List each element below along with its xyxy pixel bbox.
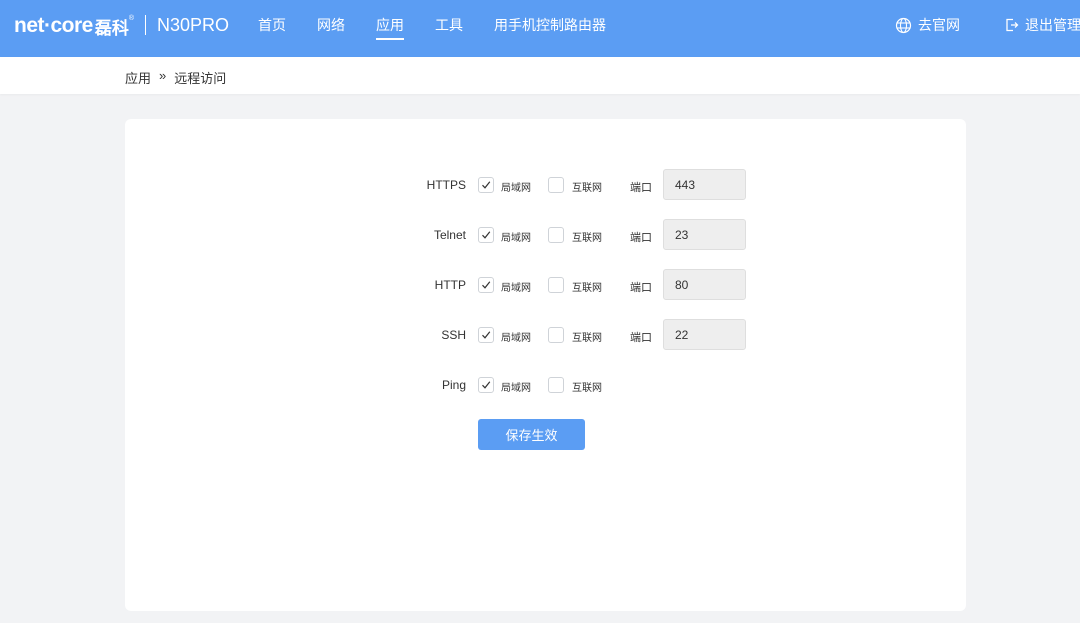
wan-checkbox[interactable] [548, 277, 564, 293]
lan-checkbox[interactable] [478, 177, 494, 193]
breadcrumb: 应用 » 远程访问 [125, 68, 226, 87]
globe-icon [895, 17, 912, 33]
lan-checkbox[interactable] [478, 377, 494, 393]
wan-label: 互联网 [572, 183, 602, 194]
protocol-label: HTTPS [426, 178, 466, 192]
check-icon [482, 381, 491, 389]
protocol-row-ssh: SSH 局域网 互联网 端口 [125, 319, 966, 351]
nav-mobile-control[interactable]: 用手机控制路由器 [494, 16, 606, 34]
lan-label: 局域网 [501, 383, 531, 394]
logo-cn: 磊科 [94, 18, 129, 38]
port-label: 端口 [630, 182, 652, 194]
logout-link[interactable]: 退出管理 [1005, 16, 1080, 34]
lan-checkbox[interactable] [478, 277, 494, 293]
protocol-label: Ping [441, 378, 466, 392]
nav-home[interactable]: 首页 [258, 16, 286, 34]
port-label: 端口 [630, 282, 652, 294]
lan-checkbox[interactable] [478, 327, 494, 343]
logo-divider [145, 15, 146, 35]
wan-checkbox[interactable] [548, 177, 564, 193]
protocol-label: Telnet [433, 228, 466, 242]
lan-checkbox[interactable] [478, 227, 494, 243]
lan-label: 局域网 [501, 233, 531, 244]
port-input[interactable] [663, 269, 746, 300]
port-input[interactable] [663, 169, 746, 200]
wan-label: 互联网 [572, 333, 602, 344]
port-input[interactable] [663, 219, 746, 250]
protocol-label: HTTP [434, 278, 466, 292]
website-link[interactable]: 去官网 [895, 16, 960, 34]
check-icon [482, 331, 491, 339]
breadcrumb-bar: 应用 » 远程访问 [0, 57, 1080, 94]
logo[interactable]: net·core 磊科 ® [14, 13, 134, 39]
breadcrumb-current: 远程访问 [174, 71, 227, 86]
protocol-row-ping: Ping 局域网 互联网 [125, 369, 966, 401]
protocol-label: SSH [441, 328, 466, 342]
logo-registered-mark: ® [128, 15, 135, 22]
protocol-row-telnet: Telnet 局域网 互联网 端口 [125, 219, 966, 251]
protocol-row-https: HTTPS 局域网 互联网 端口 [125, 169, 966, 201]
wan-label: 互联网 [572, 383, 602, 394]
wan-checkbox[interactable] [548, 227, 564, 243]
wan-label: 互联网 [572, 283, 602, 294]
lan-label: 局域网 [501, 333, 531, 344]
top-bar: net·core 磊科 ® N30PRO 首页 网络 应用 工具 用手机控制路由… [0, 0, 1080, 57]
logo-text: net·core [14, 14, 93, 37]
port-input[interactable] [663, 319, 746, 350]
nav-apps[interactable]: 应用 [376, 16, 404, 40]
check-icon [482, 231, 491, 239]
breadcrumb-separator: » [159, 68, 167, 83]
check-icon [482, 281, 491, 289]
model-name: N30PRO [157, 15, 230, 35]
logout-label: 退出管理 [1025, 17, 1080, 33]
lan-label: 局域网 [501, 283, 531, 294]
wan-label: 互联网 [572, 233, 602, 244]
wan-checkbox[interactable] [548, 377, 564, 393]
website-label: 去官网 [918, 17, 960, 33]
wan-checkbox[interactable] [548, 327, 564, 343]
nav-tools[interactable]: 工具 [435, 16, 463, 34]
lan-label: 局域网 [501, 183, 531, 194]
nav-network[interactable]: 网络 [317, 16, 345, 34]
breadcrumb-parent[interactable]: 应用 [125, 68, 151, 87]
port-label: 端口 [630, 332, 652, 344]
logout-icon [1006, 18, 1019, 32]
check-icon [482, 181, 491, 189]
save-button[interactable]: 保存生效 [478, 419, 585, 450]
protocol-row-http: HTTP 局域网 互联网 端口 [125, 269, 966, 301]
port-label: 端口 [630, 232, 652, 244]
remote-access-card: HTTPS局域网互联网端口Telnet局域网互联网端口HTTP局域网互联网端口S… [125, 119, 966, 611]
